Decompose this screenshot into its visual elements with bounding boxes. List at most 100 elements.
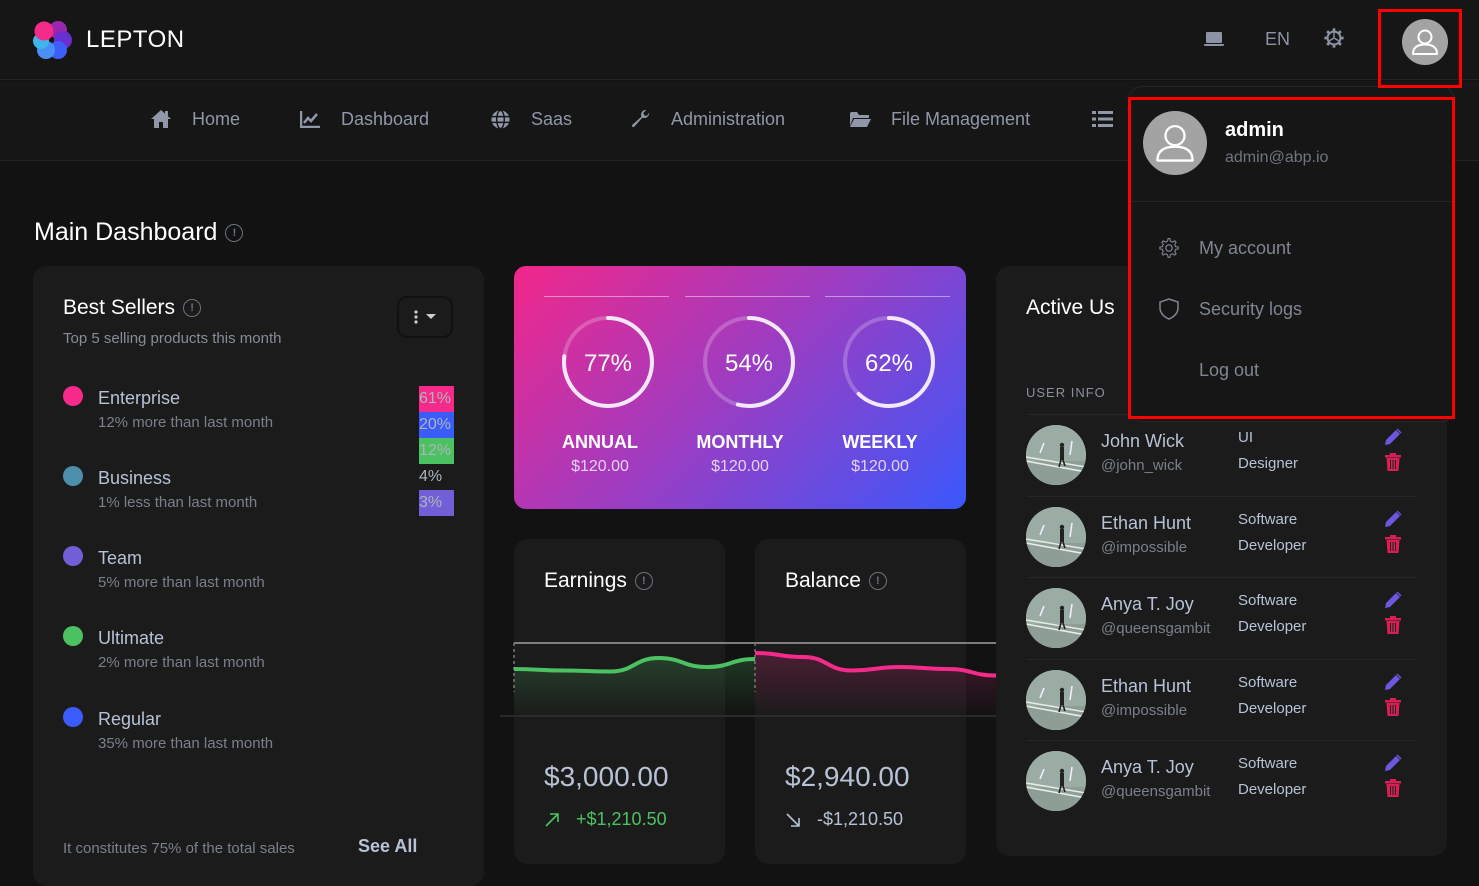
laptop-icon[interactable] [1203, 30, 1225, 48]
page-title: Main Dashboard ! [34, 218, 244, 247]
delete-icon[interactable] [1385, 453, 1401, 471]
user-row: John Wick @john_wick UI Designer [1026, 414, 1416, 496]
highlight-avatar-box [1378, 9, 1462, 88]
user-row: Ethan Hunt @impossible Software Developer [1026, 495, 1416, 578]
user-info-column-header: USER INFO [1026, 385, 1106, 400]
user-role: Software [1238, 755, 1298, 772]
user-name: Ethan Hunt [1101, 675, 1192, 696]
share-bar: 20% [419, 412, 454, 438]
divider [544, 296, 669, 297]
user-avatar [1026, 588, 1086, 648]
share-bar: 4% [419, 468, 443, 485]
share-bar: 12% [419, 438, 454, 464]
user-name: Anya T. Joy [1101, 594, 1194, 614]
nav-label: Saas [531, 108, 573, 129]
earnings-amount: $3,000.00 [544, 761, 669, 792]
options-menu-button[interactable] [397, 296, 453, 338]
product-change: 2% more than last month [98, 654, 265, 671]
ring-percent: 54% [724, 350, 774, 377]
user-row: Anya T. Joy @queensgambit Software Develope… [1026, 740, 1416, 822]
brand-name: LEPTON [86, 26, 185, 53]
user-row: Ethan Hunt @impossible Software Developer [1026, 658, 1416, 741]
best-sellers-subtitle: Top 5 selling products this month [63, 330, 282, 347]
legend-dot [63, 386, 83, 406]
user-avatar [1026, 425, 1086, 485]
info-icon[interactable]: ! [634, 572, 653, 590]
nav-label: File Management [891, 108, 1031, 129]
user-handle: @impossible [1101, 701, 1188, 719]
top-bar: LEPTON EN [0, 0, 1479, 80]
user-name: John Wick [1101, 431, 1185, 451]
legend-dot [63, 546, 83, 566]
earnings-title-text: Earnings [544, 569, 627, 592]
edit-icon[interactable] [1383, 427, 1403, 447]
balance-delta-text: -$1,210.50 [817, 809, 904, 829]
delete-icon[interactable] [1385, 697, 1401, 716]
logo-icon[interactable] [32, 20, 72, 60]
earnings-delta: +$1,210.50 [544, 809, 667, 830]
gear-icon[interactable] [1323, 27, 1345, 49]
user-role: Developer [1238, 781, 1307, 798]
user-role: Designer [1238, 455, 1299, 472]
user-role: UI [1238, 429, 1253, 446]
earnings-delta-text: +$1,210.50 [576, 809, 667, 829]
product-change: 12% more than last month [98, 414, 274, 431]
balance-area [755, 653, 996, 716]
user-role: Developer [1238, 699, 1307, 717]
product-name: Business [98, 468, 172, 488]
arrow-down-right-icon [786, 812, 800, 827]
nav-item-file-management[interactable]: File Management [849, 107, 1030, 131]
divider [825, 296, 950, 297]
nav-label: Dashboard [341, 108, 430, 129]
balance-amount: $2,940.00 [785, 761, 910, 792]
delete-icon[interactable] [1385, 534, 1401, 553]
best-sellers-title-text: Best Sellers [63, 296, 176, 319]
user-role: Developer [1238, 618, 1307, 635]
legend-dot [63, 707, 83, 727]
user-role: Software [1238, 510, 1298, 528]
info-icon[interactable]: ! [183, 299, 202, 317]
user-role: Software [1238, 673, 1298, 691]
ring-percent: 77% [583, 350, 633, 377]
best-sellers-footer: It constitutes 75% of the total sales [63, 840, 295, 857]
edit-icon[interactable] [1383, 753, 1403, 773]
subscription-summary-card: 77% 54% 62% ANNUAL MONTHLY WEEKLY $120.0… [514, 266, 966, 509]
chart-line-icon [300, 111, 320, 128]
product-change: 35% more than last month [98, 735, 274, 752]
nav-item-administration[interactable]: Administration [630, 107, 785, 131]
delete-icon[interactable] [1385, 616, 1401, 634]
ring-label: WEEKLY [842, 432, 918, 452]
arrow-up-right-icon [545, 812, 559, 827]
user-handle: @queensgambit [1101, 620, 1211, 637]
share-bar: 3% [419, 490, 454, 516]
legend-dot [63, 626, 83, 646]
nav-item-more[interactable] [1092, 107, 1133, 131]
language-selector[interactable]: EN [1265, 29, 1290, 50]
balance-delta: -$1,210.50 [785, 809, 903, 830]
page-title-text: Main Dashboard [34, 218, 218, 246]
product-name: Enterprise [98, 388, 181, 408]
legend-dot [63, 466, 83, 486]
user-handle: @john_wick [1101, 457, 1183, 474]
see-all-link[interactable]: See All [358, 836, 417, 857]
globe-icon [491, 109, 510, 129]
ring-label: MONTHLY [696, 432, 784, 452]
best-sellers-card: Best Sellers ! Top 5 selling products th… [33, 266, 484, 886]
nav-item-saas[interactable]: Saas [490, 107, 572, 131]
edit-icon[interactable] [1383, 509, 1403, 529]
edit-icon[interactable] [1383, 590, 1403, 610]
nav-item-home[interactable]: Home [150, 107, 240, 131]
product-name: Team [98, 548, 143, 568]
ring-amount: $120.00 [571, 458, 629, 475]
wrench-icon [631, 109, 650, 127]
user-handle: @impossible [1101, 538, 1188, 556]
nav-item-dashboard[interactable]: Dashboard [300, 107, 429, 131]
edit-icon[interactable] [1383, 672, 1403, 692]
caret-down-icon [426, 314, 436, 319]
user-role: Software [1238, 592, 1298, 609]
user-avatar [1026, 751, 1086, 811]
info-icon[interactable]: ! [868, 572, 887, 590]
delete-icon[interactable] [1385, 779, 1401, 797]
user-avatar [1026, 669, 1086, 730]
info-icon[interactable]: ! [225, 223, 244, 242]
